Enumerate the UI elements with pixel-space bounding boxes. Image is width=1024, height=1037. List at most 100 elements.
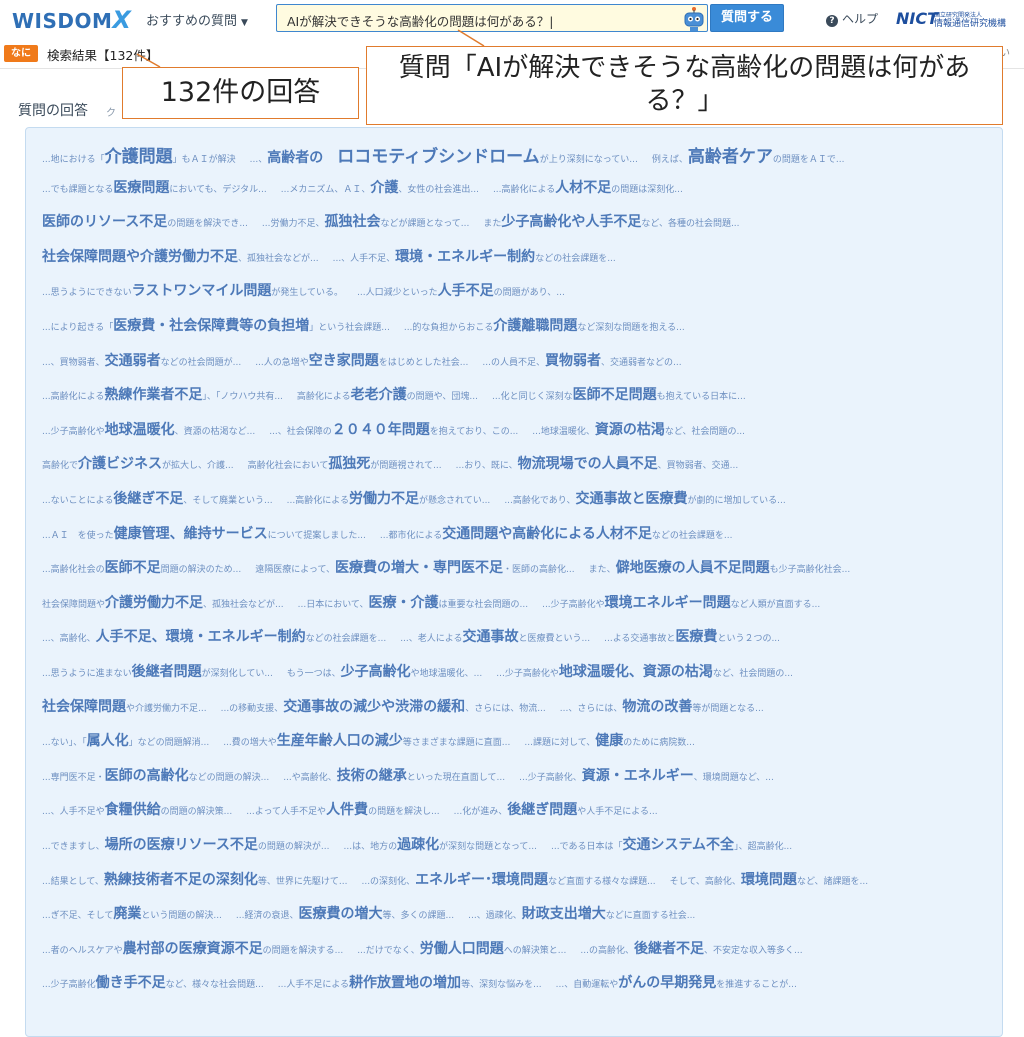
answer-keyword: 属人化 xyxy=(86,733,129,749)
answer-snippet[interactable]: ...の人員不足、買物弱者、交通弱者などの... xyxy=(482,350,681,370)
answer-snippet[interactable]: ...少子高齢化や地球温暖化、資源の枯渇など、社会問題の... xyxy=(496,661,793,681)
answer-snippet[interactable]: ...化と同じく深刻な医師不足問題も抱えている日本に... xyxy=(492,384,746,404)
answer-snippet[interactable]: ...高齢化社会の医師不足問題の解決のため... xyxy=(42,557,241,577)
answer-snippet[interactable]: ...高齢化であり、交通事故と医療費が劇的に増加している... xyxy=(504,488,785,508)
answer-snippet[interactable]: ...や高齢化、技術の継承といった現在直面して... xyxy=(283,765,505,785)
answer-snippet[interactable]: ...ぎ不足、そして廃業という問題の解決... xyxy=(42,903,222,923)
answer-keyword: 高齢者の xyxy=(267,150,324,166)
answer-snippet[interactable]: ...、買物弱者、交通弱者などの社会問題が... xyxy=(42,350,241,370)
answer-snippet[interactable]: ...少子高齢化や環境エネルギー問題など人類が直面する... xyxy=(542,592,820,612)
answer-snippet[interactable]: ...高齢化による熟練作業者不足」、「ノウハウ共有... xyxy=(42,384,283,404)
answer-snippet[interactable]: ...少子高齢化働き手不足など、様々な社会問題... xyxy=(42,972,264,992)
answer-keyword: 耕作放置地の増加 xyxy=(349,975,462,991)
answer-snippet[interactable]: ...労働力不足、孤独社会などが課題となって... xyxy=(262,211,469,231)
answer-snippet[interactable]: ...思うようにできないラストワンマイル問題が発生している。 xyxy=(42,280,343,300)
answer-snippet[interactable]: ...おり、既に、物流現場での人員不足、買物弱者、交通... xyxy=(456,453,739,473)
answer-row: 医師のリソース不足の問題を解決でき... ...労働力不足、孤独社会などが課題とな… xyxy=(42,211,754,235)
answer-snippet[interactable]: ...、人手不足や食糧供給の問題の解決策... xyxy=(42,799,232,819)
robot-icon xyxy=(684,7,704,31)
answer-snippet[interactable]: ...、高齢者の xyxy=(250,147,324,167)
answer-snippet[interactable]: ...的な負担からおこる介護離職問題など深刻な問題を抱える... xyxy=(404,315,685,335)
answer-keyword: ラストワンマイル問題 xyxy=(131,283,272,299)
answer-snippet[interactable]: ...思うように進まない後継者問題が深刻化してい... xyxy=(42,661,273,681)
answer-snippet[interactable]: ...少子高齢化や地球温暖化、資源の枯渇など... xyxy=(42,419,255,439)
answer-snippet[interactable]: また、僻地医療の人員不足問題も少子高齢化社会... xyxy=(589,557,851,577)
answer-snippet[interactable]: もう一つは、少子高齢化や地球温暖化、... xyxy=(287,661,482,681)
answer-snippet[interactable]: 社会保障問題や介護労働力不足、孤独社会などが... xyxy=(42,592,284,612)
answer-snippet[interactable]: ...、社会保障の２０４０年問題を抱えており、この... xyxy=(269,419,518,439)
answer-snippet[interactable]: ...ＡＩ を使った健康管理、維持サービスについて提案しました... xyxy=(42,523,366,543)
help-link[interactable]: ? ヘルプ xyxy=(826,10,878,27)
snippet-prefix: ...的な負担からおこる xyxy=(403,323,494,333)
answer-snippet[interactable]: ...の移動支援、交通事故の減少や渋滞の緩和、さらには、物流... xyxy=(221,696,546,716)
answer-snippet[interactable]: ...結果として、熟練技術者不足の深刻化等、世界に先駆けて... xyxy=(42,869,347,889)
answer-snippet[interactable]: ...高齢化による人材不足の問題は深刻化... xyxy=(493,177,683,197)
answer-snippet[interactable]: ...、人手不足、環境・エネルギー制約などの社会課題を... xyxy=(333,246,616,266)
snippet-prefix: ...少子高齢化 xyxy=(42,980,96,990)
answer-keyword: 社会保障問題や介護労働力不足 xyxy=(42,249,238,265)
nict-mark: NICT xyxy=(896,9,938,28)
answer-snippet[interactable]: ...人手不足による耕作放置地の増加等、深刻な悩みを... xyxy=(278,972,542,992)
answer-snippet[interactable]: そして、高齢化、環境問題など、諸課題を... xyxy=(670,869,868,889)
answer-snippet[interactable]: ...高齢化による労働力不足が懸念されてい... xyxy=(287,488,491,508)
answer-snippet[interactable]: ...少子高齢化、資源・エネルギー、環境問題など、... xyxy=(519,765,774,785)
answer-snippet[interactable]: ...化が進み、後継ぎ問題や人手不足による... xyxy=(454,799,658,819)
answer-row: 高齢化で介護ビジネスが拡大し、介護... 高齢化社会において孤独死が問題視されて.… xyxy=(42,453,752,477)
answer-snippet[interactable]: ...、過疎化、財政支出増大などに直面する社会... xyxy=(468,903,695,923)
ask-button[interactable]: 質問する xyxy=(710,4,784,32)
snippet-suffix: や地球温暖化、... xyxy=(410,669,483,679)
answer-snippet[interactable]: ...人の急増や空き家問題をはじめとした社会... xyxy=(255,350,468,370)
snippet-prefix: ...高齢化による xyxy=(492,185,556,195)
snippet-suffix: や介護労働力不足... xyxy=(126,704,207,714)
answer-snippet[interactable]: ...である日本は「交通システム不全」、超高齢化... xyxy=(551,834,792,854)
answer-snippet[interactable]: ...の高齢化、後継者不足、不安定な収入等多く... xyxy=(580,938,802,958)
answer-snippet[interactable]: 社会保障問題や介護労働力不足、孤独社会などが... xyxy=(42,246,319,266)
answer-snippet[interactable]: ...、自動運転やがんの早期発見を推進することが... xyxy=(556,972,797,992)
answer-snippet[interactable]: ...、高齢化、人手不足、環境・エネルギー制約などの社会課題を... xyxy=(42,626,386,646)
answer-snippet[interactable]: ロコモティブシンドロームが上り深刻になってい... xyxy=(337,142,638,167)
answer-snippet[interactable]: また少子高齢化や人手不足など、各種の社会問題... xyxy=(483,211,739,231)
answer-snippet[interactable]: ...課題に対して、健康のために病院数... xyxy=(524,730,694,750)
answer-snippet[interactable]: 社会保障問題や介護労働力不足... xyxy=(42,696,207,716)
answer-snippet[interactable]: 高齢化による老老介護の問題や、団塊... xyxy=(297,384,478,404)
answer-keyword: 医療費 xyxy=(675,629,718,645)
question-input[interactable]: AIが解決できそうな高齢化の問題は何がある？| xyxy=(276,4,708,32)
recommended-questions-dropdown[interactable]: おすすめの質問 ▼ xyxy=(146,10,248,29)
answer-snippet[interactable]: ...でも課題となる医療問題においても、デジタル... xyxy=(42,177,267,197)
answer-snippet[interactable]: ...よって人手不足や人件費の問題を解決し... xyxy=(246,799,439,819)
answer-snippet[interactable]: ...地における「介護問題」もＡＩが解決 xyxy=(42,142,236,167)
answer-snippet[interactable]: ...できますし、場所の医療リソース不足の問題の解決が... xyxy=(42,834,330,854)
answer-snippet[interactable]: ...日本において、医療・介護は重要な社会問題の... xyxy=(298,592,528,612)
snippet-prefix: ...専門医不足・ xyxy=(42,773,105,783)
answer-snippet[interactable]: ...ない」、「属人化」などの問題解消... xyxy=(42,730,209,750)
answer-keyword: 食糧供給 xyxy=(104,802,161,818)
answer-snippet[interactable]: ...メカニズム、ＡＩ、介護、女性の社会進出... xyxy=(281,177,479,197)
answer-snippet[interactable]: 医師のリソース不足の問題を解決でき... xyxy=(42,211,248,231)
answer-snippet[interactable]: ...人口減少といった人手不足の問題があり、... xyxy=(357,280,565,300)
answer-keyword: 生産年齢人口の減少 xyxy=(276,733,403,749)
wisdom-x-logo[interactable]: WISDOMX xyxy=(12,6,131,34)
answer-snippet[interactable]: ...ないことによる後継ぎ不足、そして廃業という... xyxy=(42,488,273,508)
answer-snippet[interactable]: ...都市化による交通問題や高齢化による人材不足などの社会課題を... xyxy=(380,523,733,543)
snippet-suffix: においても、デジタル... xyxy=(169,185,267,195)
answer-snippet[interactable]: ...の深刻化、エネルギー･環境問題など直面する様々な課題... xyxy=(361,869,655,889)
answer-snippet[interactable]: ...だけでなく、労働人口問題への解決策と... xyxy=(357,938,566,958)
answer-snippet[interactable]: 遠隔医療によって、医療費の増大・専門医不足・医師の高齢化... xyxy=(255,557,574,577)
answer-snippet[interactable]: ...専門医不足・医師の高齢化などの問題の解決... xyxy=(42,765,269,785)
answer-snippet[interactable]: ...者のヘルスケアや農村部の医療資源不足の問題を解決する... xyxy=(42,938,343,958)
answer-snippet[interactable]: ...、老人による交通事故と医療費という... xyxy=(400,626,590,646)
answer-snippet[interactable]: ...経済の衰退、医療費の増大等、多くの課題... xyxy=(236,903,454,923)
answer-snippet[interactable]: 例えば、高齢者ケアの問題をＡＩで... xyxy=(652,142,845,167)
answer-snippet[interactable]: 高齢化で介護ビジネスが拡大し、介護... xyxy=(42,453,234,473)
answer-row: ...高齢化による熟練作業者不足」、「ノウハウ共有... 高齢化による老老介護の問… xyxy=(42,384,760,408)
answer-snippet[interactable]: ...により起きる「医療費・社会保障費等の負担増」という社会課題... xyxy=(42,315,390,335)
answer-snippet[interactable]: ...よる交通事故と医療費という２つの... xyxy=(604,626,780,646)
answer-snippet[interactable]: ...費の増大や生産年齢人口の減少等さまざまな課題に直面... xyxy=(223,730,510,750)
answer-snippet[interactable]: ...地球温暖化、資源の枯渇など、社会問題の... xyxy=(532,419,745,439)
nict-logo[interactable]: NICT 国立研究開発法人 情報通信研究機構 xyxy=(896,9,1006,29)
answer-snippet[interactable]: ...、さらには、物流の改善等が問題となる... xyxy=(560,696,764,716)
answer-keyword: 空き家問題 xyxy=(308,353,379,369)
answer-snippet[interactable]: ...は、地方の過疎化が深刻な問題となって... xyxy=(344,834,537,854)
snippet-suffix: など、様々な社会問題... xyxy=(165,980,264,990)
answer-snippet[interactable]: 高齢化社会において孤独死が問題視されて... xyxy=(248,453,442,473)
